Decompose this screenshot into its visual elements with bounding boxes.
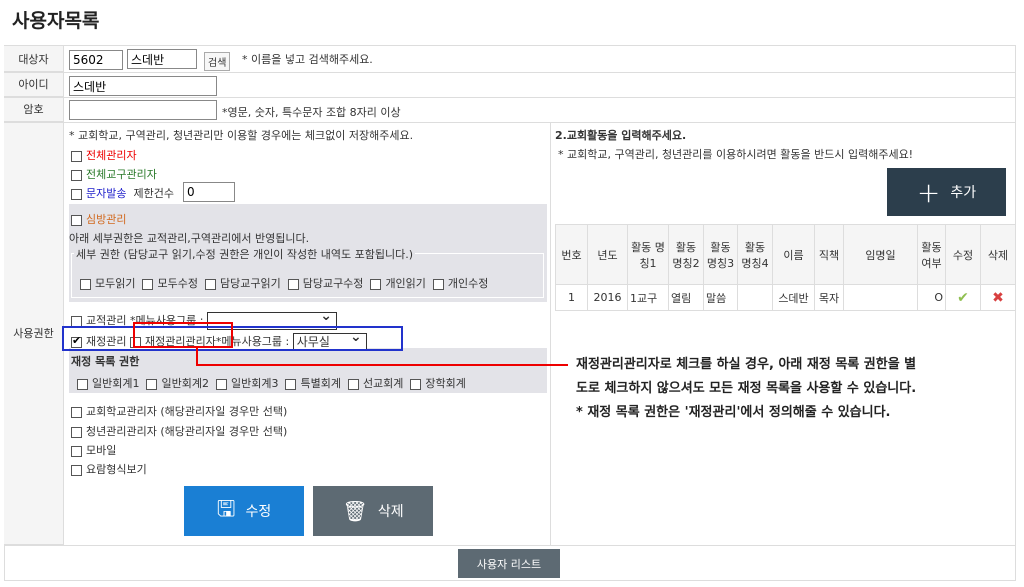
sms-limit-input[interactable] [183,182,235,202]
label-target: 대상자 [4,46,64,72]
visit-checkbox[interactable]: 심방관리 [71,211,126,227]
mobile-checkbox[interactable]: 모바일 [71,442,116,458]
password-input[interactable] [69,100,217,120]
label-id: 아이디 [4,72,64,97]
trash-icon: 🗑 [342,499,368,523]
edit-check-icon[interactable]: ✔ [945,284,981,311]
label-password: 암호 [4,97,64,122]
activity-title: 2.교회활동을 입력해주세요. [555,129,687,142]
save-icon: 🖫 [216,497,236,522]
all-parish-admin-checkbox[interactable]: 전체교구관리자 [71,166,157,182]
visit-note: 아래 세부권한은 교적관리,구역관리에서 반영됩니다. [69,232,310,245]
plus-icon: + [916,175,941,209]
finance-list-checkbox[interactable]: 선교회계 [347,377,403,390]
perm-note: * 교회학교, 구역관리, 청년관리만 이용할 경우에는 체크없이 저장해주세요… [69,129,414,142]
password-hint: *영문, 숫자, 특수문자 조합 8자리 이상 [222,106,401,119]
table-header: 번호 년도 활동 명칭1 활동 명칭2 활동 명칭3 활동 명칭4 이름 직책 임명일 활동 여부… [555,224,1016,285]
target-name-input[interactable] [127,49,197,69]
delete-x-icon[interactable]: ✖ [980,284,1016,311]
annotation-red-box [133,322,233,348]
finance-list-checkbox[interactable]: 특별회계 [285,377,341,390]
finance-list-checkbox[interactable]: 일반회계1 [77,377,139,390]
page-title: 사용자목록 [12,10,100,32]
youth-admin-checkbox[interactable]: 청년관리관리자 (해당관리자일 경우만 선택) [71,423,287,439]
user-list-button[interactable]: 사용자 리스트 [458,549,560,578]
annotation-text: 재정관리관리자로 체크를 하실 경우, 아래 재정 목록 권한을 별 도로 체크하… [576,357,917,420]
save-button[interactable]: 🖫 수정 [184,486,304,536]
finance-list-checkbox[interactable]: 장학회계 [410,377,466,390]
target-code-input[interactable] [69,50,123,70]
id-input[interactable] [69,76,217,96]
finance-list-title: 재정 목록 권한 [71,355,140,368]
finance-list-checkbox[interactable]: 일반회계3 [215,377,278,390]
detail-checkbox[interactable]: 모두읽기 [80,277,135,290]
detail-checkbox[interactable]: 담당교구읽기 [204,277,281,290]
detail-checkbox[interactable]: 모두수정 [142,277,198,290]
detail-legend: 세부 권한 (담당교구 읽기,수정 권한은 개인이 작성한 내역도 포함됩니다.… [74,246,416,262]
add-activity-button[interactable]: + 추가 [887,168,1006,216]
school-admin-checkbox[interactable]: 교회학교관리자 (해당관리자일 경우만 선택) [71,403,287,419]
label-permission: 사용권한 [4,122,64,545]
annotation-line [196,364,568,366]
detail-checkbox[interactable]: 개인읽기 [370,277,426,290]
detail-checkbox[interactable]: 담당교구수정 [287,277,363,290]
table-row: 1 2016 1교구 열림 말씀 스데반 목자 O ✔ ✖ [555,284,1016,311]
detail-checkbox[interactable]: 개인수정 [432,277,488,290]
search-hint: * 이름을 넣고 검색해주세요. [242,53,373,66]
directory-view-checkbox[interactable]: 요람형식보기 [71,461,147,477]
activity-note: * 교회학교, 구역관리, 청년관리를 이용하시려면 활동을 반드시 입력해주세… [558,148,914,161]
detail-options: 모두읽기 모두수정 담당교구읽기 담당교구수정 개인읽기 개인수정 [80,275,488,291]
all-admin-checkbox[interactable]: 전체관리자 [71,147,137,163]
finance-list-options: 일반회계1 일반회계2 일반회계3 특별회계 선교회계 장학회계 [77,375,466,391]
activity-table: 번호 년도 활동 명칭1 활동 명칭2 활동 명칭3 활동 명칭4 이름 직책 임명일 활동 여부… [555,224,1016,311]
finance-list-checkbox[interactable]: 일반회계2 [146,377,209,390]
sms-checkbox[interactable]: 문자발송 제한건수 [71,185,174,201]
delete-button[interactable]: 🗑 삭제 [313,486,433,536]
search-button[interactable]: 검색 [204,52,231,71]
